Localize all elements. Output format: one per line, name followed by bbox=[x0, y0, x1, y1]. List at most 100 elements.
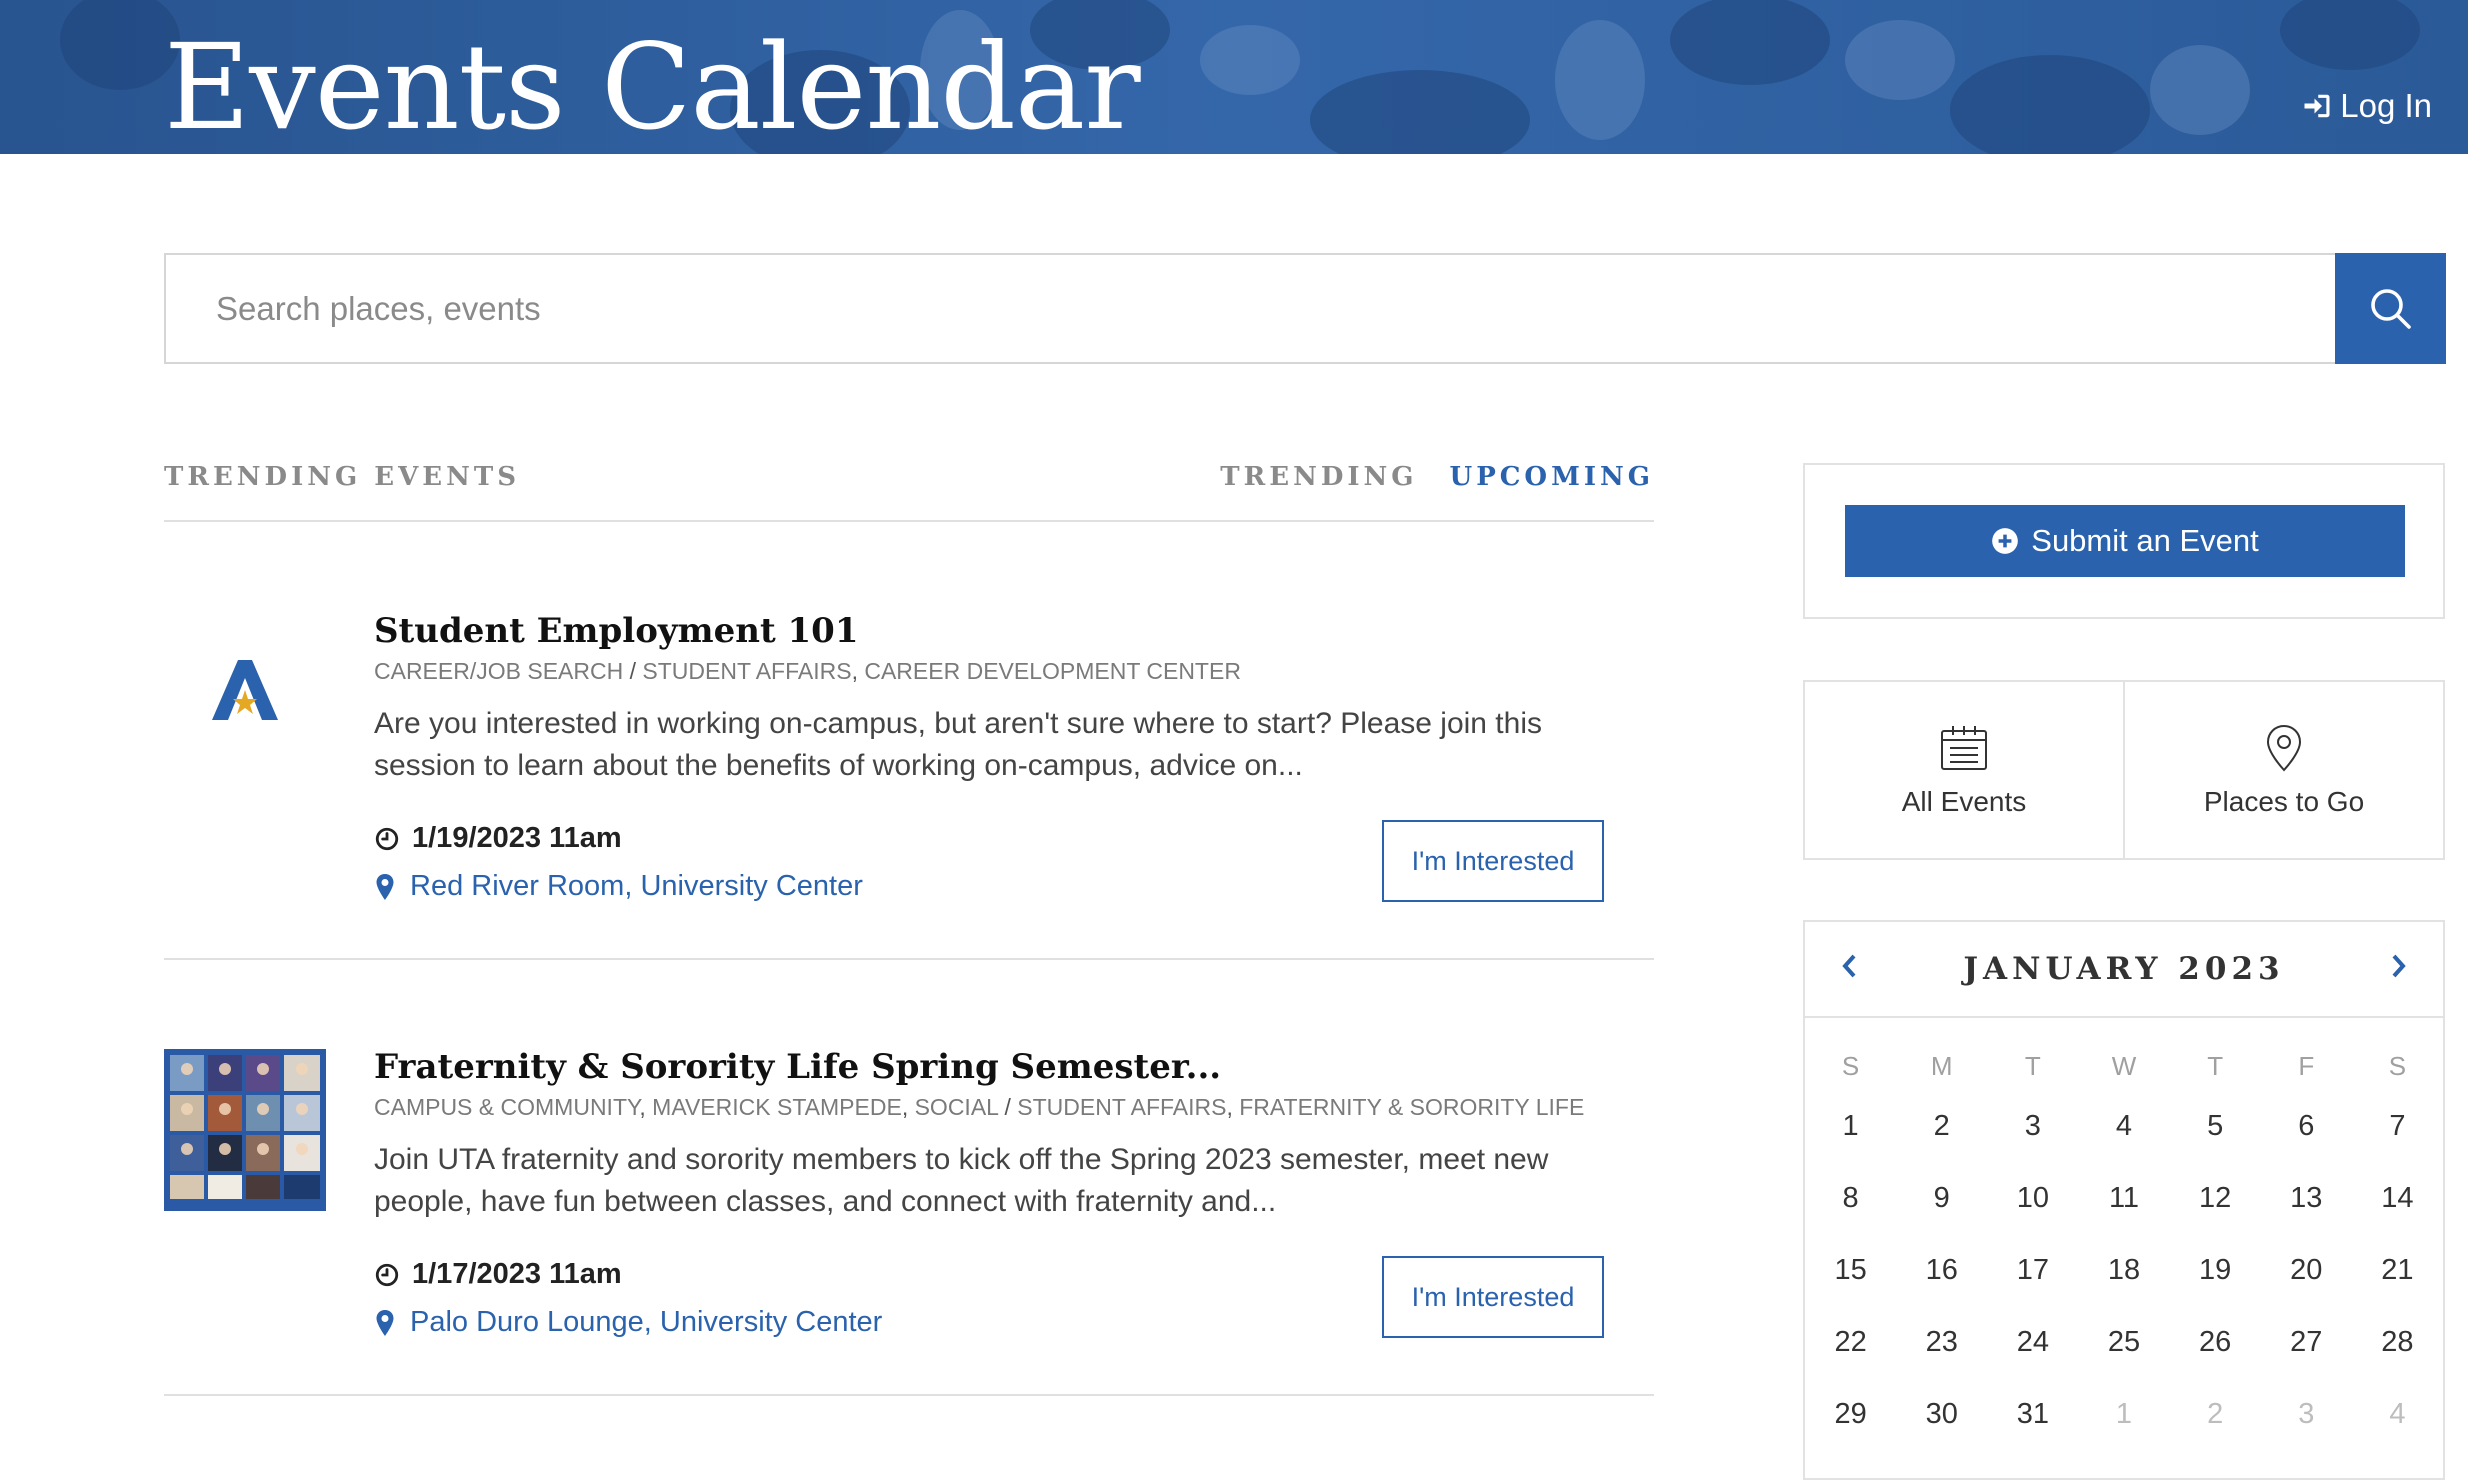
calendar-month: JANUARY 2023 bbox=[1963, 951, 2285, 987]
map-marker-icon bbox=[376, 1309, 394, 1336]
calendar-day[interactable]: 29 bbox=[1805, 1378, 1896, 1450]
calendar-day-next-month[interactable]: 1 bbox=[2078, 1378, 2169, 1450]
calendar-day[interactable]: 16 bbox=[1896, 1234, 1987, 1306]
search-button[interactable] bbox=[2335, 253, 2446, 364]
category-link[interactable]: CAREER DEVELOPMENT CENTER bbox=[864, 658, 1241, 684]
event-card: Fraternity & Sorority Life Spring Semest… bbox=[164, 960, 1654, 1396]
next-month-button[interactable] bbox=[2379, 946, 2419, 986]
event-date-text: 1/17/2023 11am bbox=[412, 1258, 622, 1290]
calendar-day-next-month[interactable]: 4 bbox=[2352, 1378, 2443, 1450]
section-title: TRENDING EVENTS bbox=[164, 462, 520, 492]
chevron-left-icon bbox=[1842, 954, 1856, 978]
calendar-day[interactable]: 8 bbox=[1805, 1162, 1896, 1234]
calendar-day[interactable]: 24 bbox=[1987, 1306, 2078, 1378]
clock-icon bbox=[375, 1263, 399, 1286]
calendar-icon bbox=[1941, 726, 1987, 770]
tab-upcoming[interactable]: UPCOMING bbox=[1450, 462, 1654, 492]
map-pin-icon bbox=[2266, 724, 2302, 772]
event-location[interactable]: Red River Room, University Center bbox=[374, 870, 863, 903]
page-title: Events Calendar bbox=[164, 18, 1141, 154]
calendar-day[interactable]: 28 bbox=[2352, 1306, 2443, 1378]
calendar-day[interactable]: 7 bbox=[2352, 1090, 2443, 1162]
event-location-text: Palo Duro Lounge, University Center bbox=[410, 1306, 883, 1338]
event-title[interactable]: Student Employment 101 bbox=[374, 609, 1574, 653]
event-categories: CAREER/JOB SEARCH / STUDENT AFFAIRS, CAR… bbox=[374, 655, 1574, 687]
calendar-day-next-month[interactable]: 3 bbox=[2261, 1378, 2352, 1450]
quick-links: All Events Places to Go bbox=[1805, 682, 2443, 858]
calendar-header: JANUARY 2023 bbox=[1805, 922, 2443, 1018]
submit-event-button[interactable]: Submit an Event bbox=[1845, 505, 2405, 577]
calendar-day[interactable]: 20 bbox=[2261, 1234, 2352, 1306]
weekday-label: T bbox=[2024, 1050, 2041, 1081]
calendar-day[interactable]: 25 bbox=[2078, 1306, 2169, 1378]
interested-button[interactable]: I'm Interested bbox=[1382, 820, 1604, 902]
calendar-day[interactable]: 11 bbox=[2078, 1162, 2169, 1234]
tab-trending[interactable]: TRENDING bbox=[1220, 462, 1417, 492]
search-input[interactable] bbox=[164, 253, 2335, 364]
calendar-day[interactable]: 10 bbox=[1987, 1162, 2078, 1234]
map-marker-icon bbox=[376, 873, 394, 900]
interested-button[interactable]: I'm Interested bbox=[1382, 1256, 1604, 1338]
calendar-day[interactable]: 23 bbox=[1896, 1306, 1987, 1378]
calendar-day-next-month[interactable]: 2 bbox=[2170, 1378, 2261, 1450]
calendar-day[interactable]: 1 bbox=[1805, 1090, 1896, 1162]
all-events-label: All Events bbox=[1901, 786, 2027, 817]
calendar-day[interactable]: 3 bbox=[1987, 1090, 2078, 1162]
calendar-day[interactable]: 27 bbox=[2261, 1306, 2352, 1378]
category-link[interactable]: CAREER/JOB SEARCH bbox=[374, 658, 623, 684]
submit-event-label: Submit an Event bbox=[2031, 523, 2259, 558]
category-link[interactable]: MAVERICK STAMPEDE bbox=[652, 1094, 902, 1120]
category-link[interactable]: STUDENT AFFAIRS bbox=[642, 658, 851, 684]
uta-logo-thumbnail[interactable] bbox=[164, 602, 326, 764]
chevron-right-icon bbox=[2392, 954, 2406, 978]
quick-links-box: All Events Places to Go bbox=[1803, 680, 2445, 860]
photo-collage-thumbnail[interactable] bbox=[164, 1049, 326, 1211]
login-link[interactable]: Log In bbox=[2302, 84, 2432, 128]
weekday-label: F bbox=[2298, 1050, 2315, 1081]
prev-month-button[interactable] bbox=[1829, 946, 1869, 986]
calendar-day[interactable]: 26 bbox=[2170, 1306, 2261, 1378]
mini-calendar: JANUARY 2023 S M T W T F S 1 2 3 4 5 6 7 8 9 10 11… bbox=[1803, 920, 2445, 1480]
category-separator: , bbox=[639, 1094, 646, 1120]
calendar-day[interactable]: 2 bbox=[1896, 1090, 1987, 1162]
event-title[interactable]: Fraternity & Sorority Life Spring Semest… bbox=[374, 1045, 1574, 1089]
calendar-day[interactable]: 18 bbox=[2078, 1234, 2169, 1306]
event-date: 1/19/2023 11am bbox=[374, 822, 622, 855]
calendar-day[interactable]: 21 bbox=[2352, 1234, 2443, 1306]
category-link[interactable]: CAMPUS & COMMUNITY bbox=[374, 1094, 639, 1120]
weekday-label: S bbox=[2388, 1050, 2407, 1081]
submit-event-box: Submit an Event bbox=[1803, 463, 2445, 619]
event-location[interactable]: Palo Duro Lounge, University Center bbox=[374, 1306, 882, 1339]
event-categories: CAMPUS & COMMUNITY, MAVERICK STAMPEDE, S… bbox=[374, 1091, 1584, 1123]
login-label: Log In bbox=[2340, 87, 2432, 124]
places-to-go-link[interactable]: Places to Go bbox=[2123, 682, 2443, 858]
calendar-day[interactable]: 12 bbox=[2170, 1162, 2261, 1234]
calendar-grid: S M T W T F S 1 2 3 4 5 6 7 8 9 10 11 12 13 14 15 16 17 1… bbox=[1805, 1042, 2443, 1450]
calendar-day[interactable]: 13 bbox=[2261, 1162, 2352, 1234]
plus-circle-icon bbox=[1992, 528, 2019, 554]
event-location-text: Red River Room, University Center bbox=[410, 870, 863, 902]
calendar-day[interactable]: 15 bbox=[1805, 1234, 1896, 1306]
calendar-day[interactable]: 22 bbox=[1805, 1306, 1896, 1378]
event-description: Join UTA fraternity and sorority members… bbox=[374, 1143, 1549, 1218]
event-description: Are you interested in working on-campus,… bbox=[374, 707, 1542, 782]
clock-icon bbox=[375, 827, 399, 850]
calendar-day[interactable]: 5 bbox=[2170, 1090, 2261, 1162]
calendar-day[interactable]: 31 bbox=[1987, 1378, 2078, 1450]
category-link[interactable]: SOCIAL bbox=[915, 1094, 999, 1120]
event-date: 1/17/2023 11am bbox=[374, 1258, 622, 1291]
calendar-day[interactable]: 6 bbox=[2261, 1090, 2352, 1162]
search-icon bbox=[2370, 288, 2411, 329]
weekday-label: M bbox=[1930, 1050, 1953, 1081]
sign-in-icon bbox=[2304, 94, 2330, 118]
calendar-day[interactable]: 30 bbox=[1896, 1378, 1987, 1450]
calendar-day[interactable]: 19 bbox=[2170, 1234, 2261, 1306]
category-link[interactable]: STUDENT AFFAIRS bbox=[1017, 1094, 1226, 1120]
category-link[interactable]: FRATERNITY & SORORITY LIFE bbox=[1239, 1094, 1584, 1120]
calendar-day[interactable]: 4 bbox=[2078, 1090, 2169, 1162]
calendar-day[interactable]: 14 bbox=[2352, 1162, 2443, 1234]
all-events-link[interactable]: All Events bbox=[1805, 682, 2123, 858]
calendar-day[interactable]: 17 bbox=[1987, 1234, 2078, 1306]
calendar-day[interactable]: 9 bbox=[1896, 1162, 1987, 1234]
category-separator: / bbox=[1004, 1094, 1011, 1120]
